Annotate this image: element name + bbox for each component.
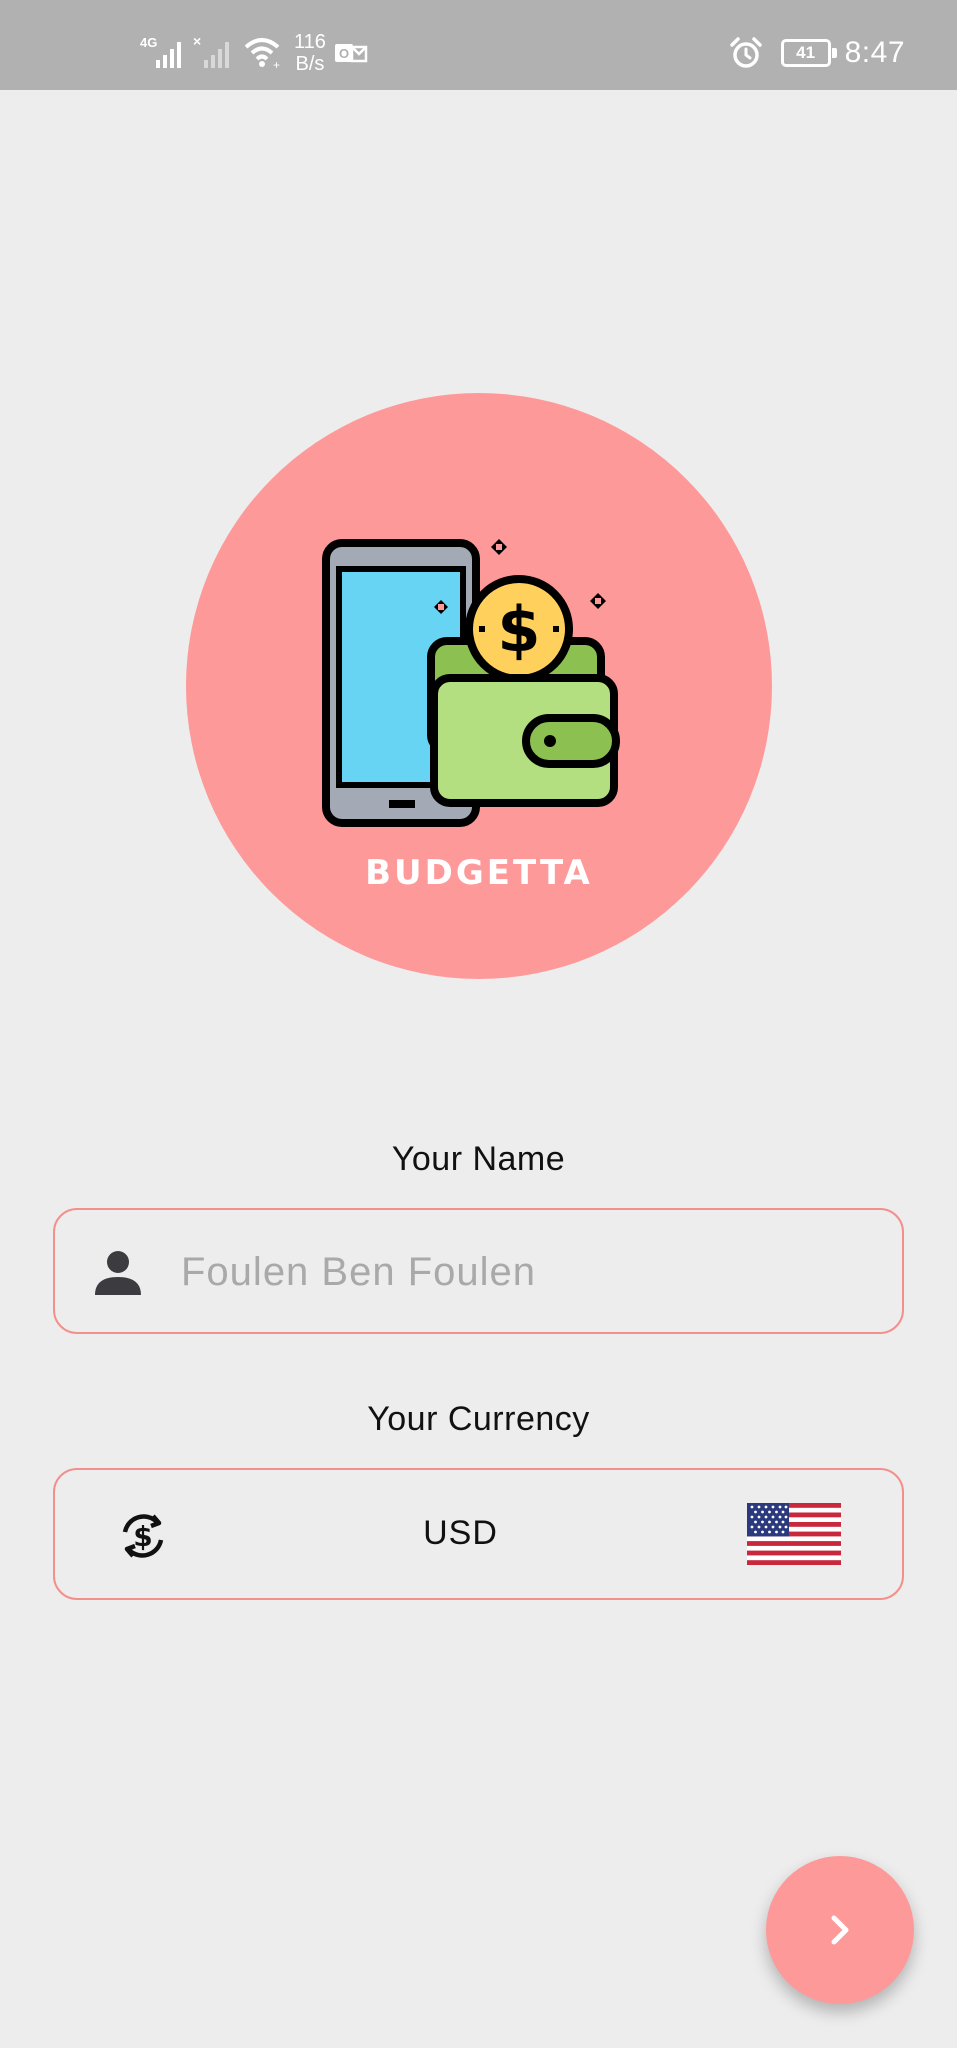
status-right: 41 8:47 xyxy=(729,30,905,76)
svg-text:O: O xyxy=(339,46,349,61)
clock: 8:47 xyxy=(844,36,905,69)
name-field[interactable] xyxy=(53,1208,904,1334)
chevron-right-icon xyxy=(831,1915,849,1945)
battery-level: 41 xyxy=(796,43,816,62)
network-speed-unit: B/s xyxy=(295,53,325,75)
wifi-icon: + xyxy=(244,38,280,72)
next-button[interactable] xyxy=(766,1856,914,2004)
svg-text:4G: 4G xyxy=(140,35,157,50)
network-speed: 116 B/s xyxy=(294,31,326,75)
name-input[interactable] xyxy=(181,1232,861,1312)
status-left: 4G × + 116 B/s O xyxy=(138,30,368,76)
outlook-notification-icon: O xyxy=(334,44,368,63)
onboarding-screen: 4G × + 116 B/s O 41 8:47 $ BUDGETTA Your… xyxy=(0,0,957,2048)
battery-icon: 41 xyxy=(780,39,837,67)
network-speed-value: 116 xyxy=(294,31,326,53)
person-icon xyxy=(95,1251,141,1295)
currency-label: Your Currency xyxy=(367,1400,590,1438)
svg-text:+: + xyxy=(273,58,280,72)
us-flag-icon xyxy=(747,1503,841,1565)
brand-name: BUDGETTA xyxy=(365,853,593,893)
cellular-signal-no-service-icon: × xyxy=(193,33,229,68)
app-logo: $ BUDGETTA xyxy=(186,393,772,979)
svg-text:$: $ xyxy=(497,593,540,666)
currency-selector[interactable]: $ USD xyxy=(53,1468,904,1600)
name-label: Your Name xyxy=(391,1140,566,1178)
status-bar: 4G × + 116 B/s O 41 8:47 xyxy=(0,0,957,90)
cellular-signal-icon: 4G xyxy=(140,35,181,68)
svg-text:×: × xyxy=(193,33,201,49)
alarm-icon xyxy=(729,37,762,68)
